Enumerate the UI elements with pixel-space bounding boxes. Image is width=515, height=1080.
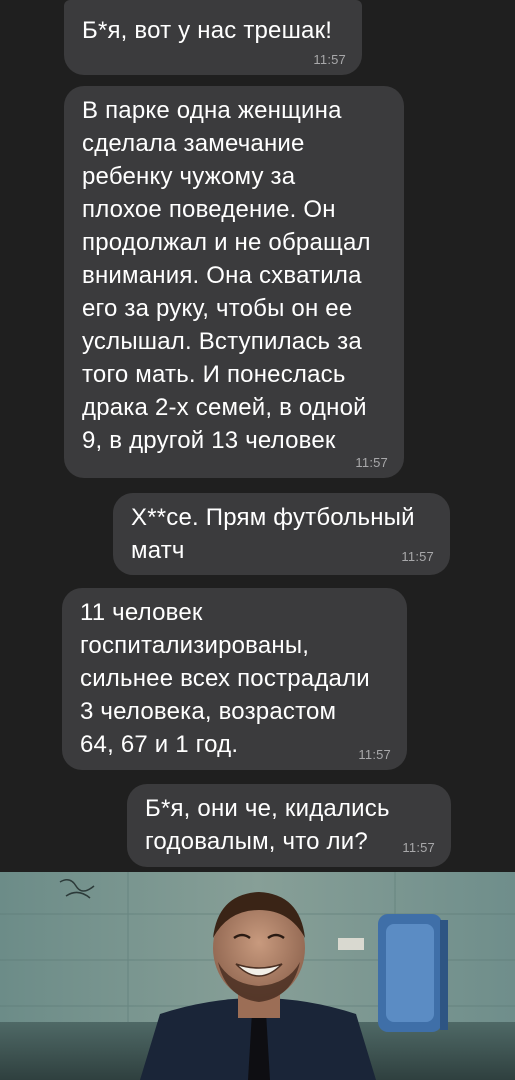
- message-time: 11:57: [358, 747, 391, 762]
- message-bubble[interactable]: Б*я, вот у нас трешак! 11:57: [64, 0, 362, 75]
- message-time: 11:57: [401, 549, 434, 564]
- reaction-photo[interactable]: [0, 872, 515, 1080]
- message-text: В парке одна женщина сделала замечание р…: [82, 97, 371, 454]
- message-bubble[interactable]: В парке одна женщина сделала замечание р…: [64, 86, 404, 478]
- message-text: Б*я, они че, кидались годовалым, что ли?: [145, 795, 390, 855]
- message-bubble[interactable]: 11 человек госпитализированы, сильнее вс…: [62, 588, 407, 770]
- message-text: Х**се. Прям футбольный матч: [131, 504, 415, 564]
- message-time: 11:57: [313, 52, 346, 67]
- message-time: 11:57: [402, 840, 435, 855]
- message-bubble[interactable]: Х**се. Прям футбольный матч 11:57: [113, 493, 450, 575]
- message-time: 11:57: [355, 455, 388, 470]
- chat-view: Б*я, вот у нас трешак! 11:57 В парке одн…: [0, 0, 515, 872]
- message-bubble[interactable]: Б*я, они че, кидались годовалым, что ли?…: [127, 784, 451, 867]
- laughing-man-photo-icon: [0, 872, 515, 1080]
- message-text: 11 человек госпитализированы, сильнее вс…: [80, 599, 370, 758]
- message-text: Б*я, вот у нас трешак!: [82, 17, 333, 44]
